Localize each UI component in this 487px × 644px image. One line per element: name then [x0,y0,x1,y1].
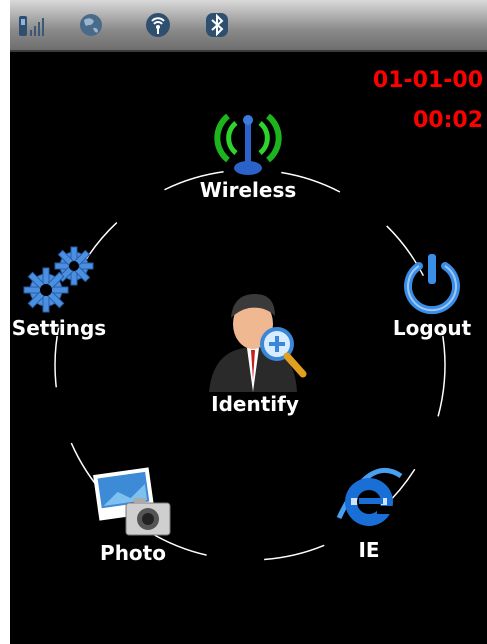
settings-label: Settings [11,316,107,340]
menu-item-settings[interactable]: Settings [10,244,114,340]
wireless-label: Wireless [199,178,297,202]
menu-item-ie[interactable]: IE [324,462,414,562]
photo-label: Photo [100,541,166,565]
photo-camera-icon [93,467,171,536]
gears-icon [23,246,94,313]
logout-label: Logout [392,316,472,340]
identify-user-magnifier-icon [209,294,307,392]
menu-item-wireless[interactable]: Wireless [188,98,308,202]
menu-item-photo[interactable]: Photo [78,465,188,565]
menu-item-logout[interactable]: Logout [382,250,482,340]
ie-label: IE [358,538,380,562]
wireless-antenna-icon [214,113,282,175]
identify-label: Identify [211,392,299,416]
internet-explorer-icon [336,468,403,526]
menu-item-identify[interactable]: Identify [190,280,320,416]
power-icon [404,254,460,315]
device-screen: 01-01-00 00:02 Wireless Logout IE Photo … [10,0,487,644]
